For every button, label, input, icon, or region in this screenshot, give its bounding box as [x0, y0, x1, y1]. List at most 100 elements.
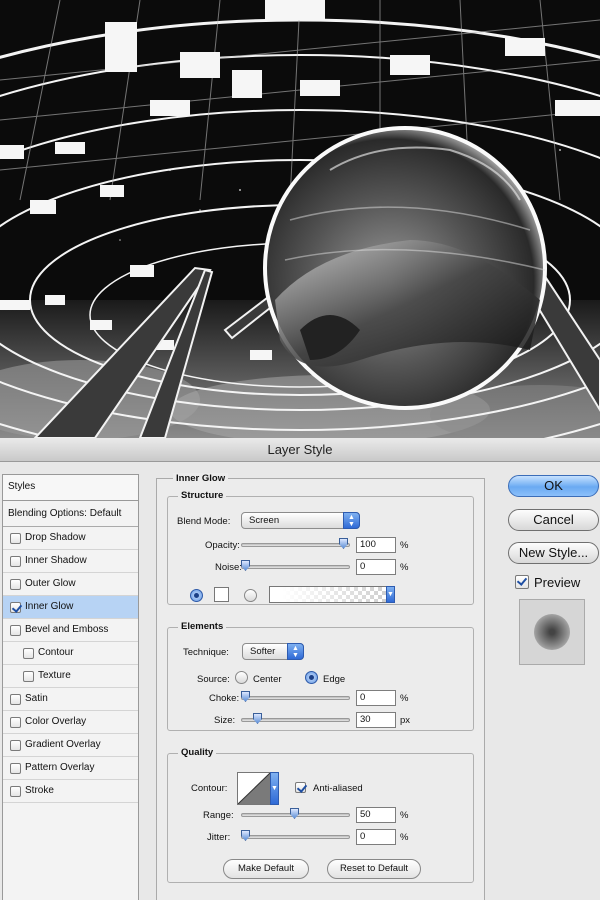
opacity-unit: %	[400, 540, 409, 551]
cancel-button[interactable]: Cancel	[508, 509, 599, 531]
choke-unit: %	[400, 693, 409, 704]
contour-picker[interactable]: ▼	[237, 772, 279, 805]
solid-color-radio[interactable]	[190, 589, 203, 602]
preview-checkbox[interactable]	[515, 575, 529, 589]
style-item-label: Color Overlay	[25, 716, 87, 727]
structure-title: Structure	[178, 490, 227, 501]
contour-dropdown-icon[interactable]: ▼	[270, 772, 279, 805]
elements-group: Elements Technique: Softer ▲ ▼ Source: Ce…	[167, 621, 474, 731]
size-input[interactable]: 30	[356, 712, 396, 728]
choke-input[interactable]: 0	[356, 690, 396, 706]
elements-title: Elements	[178, 621, 227, 632]
style-item-checkbox[interactable]	[10, 601, 21, 613]
style-item-drop-shadow[interactable]: Drop Shadow	[3, 527, 138, 550]
quality-group: Quality Contour: ▼ Anti-aliased Range: 5…	[167, 747, 474, 883]
artwork-image	[0, 0, 600, 438]
opacity-slider-thumb[interactable]	[339, 538, 348, 549]
quality-title: Quality	[178, 747, 217, 758]
layer-style-dialog: Layer Style Styles Blending Options: Def…	[0, 438, 600, 900]
jitter-slider[interactable]	[241, 830, 350, 841]
source-center-label: Center	[253, 674, 282, 685]
dialog-titlebar[interactable]: Layer Style	[0, 438, 600, 462]
opacity-label: Opacity:	[205, 540, 240, 551]
size-label: Size:	[214, 715, 236, 726]
size-slider[interactable]	[241, 713, 350, 724]
source-label: Source:	[197, 674, 230, 685]
style-item-checkbox[interactable]	[10, 555, 21, 567]
range-label: Range:	[203, 810, 234, 821]
style-item-checkbox[interactable]	[10, 762, 21, 774]
make-default-button[interactable]: Make Default	[223, 859, 309, 879]
source-edge-radio[interactable]	[305, 671, 318, 684]
style-item-outer-glow[interactable]: Outer Glow	[3, 573, 138, 596]
blend-mode-select[interactable]: Screen ▲ ▼	[241, 512, 360, 529]
range-unit: %	[400, 810, 409, 821]
glow-color-swatch[interactable]	[214, 587, 229, 602]
gradient-dropdown-icon[interactable]: ▼	[386, 586, 395, 603]
jitter-input[interactable]: 0	[356, 829, 396, 845]
noise-slider[interactable]	[241, 560, 350, 571]
style-item-checkbox[interactable]	[10, 624, 21, 636]
range-input[interactable]: 50	[356, 807, 396, 823]
style-item-bevel-and-emboss[interactable]: Bevel and Emboss	[3, 619, 138, 642]
range-slider-thumb[interactable]	[290, 808, 299, 819]
ok-button[interactable]: OK	[508, 475, 599, 497]
preview-label: Preview	[534, 575, 581, 590]
jitter-label: Jitter:	[207, 832, 231, 843]
styles-header[interactable]: Styles	[3, 475, 138, 501]
preview-glow-thumbnail	[534, 614, 570, 650]
style-item-checkbox[interactable]	[10, 532, 21, 544]
style-item-inner-shadow[interactable]: Inner Shadow	[3, 550, 138, 573]
popup-arrows-icon: ▲ ▼	[287, 643, 304, 660]
style-item-label: Inner Glow	[25, 601, 74, 612]
style-item-satin[interactable]: Satin	[3, 688, 138, 711]
style-item-label: Gradient Overlay	[25, 739, 101, 750]
choke-label: Choke:	[209, 693, 240, 704]
size-slider-thumb[interactable]	[253, 713, 262, 724]
style-item-label: Stroke	[25, 785, 54, 796]
range-slider[interactable]	[241, 808, 350, 819]
style-item-checkbox[interactable]	[10, 693, 21, 705]
anti-aliased-checkbox[interactable]	[295, 782, 306, 793]
jitter-unit: %	[400, 832, 409, 843]
noise-input[interactable]: 0	[356, 559, 396, 575]
style-item-color-overlay[interactable]: Color Overlay	[3, 711, 138, 734]
style-item-gradient-overlay[interactable]: Gradient Overlay	[3, 734, 138, 757]
contour-curve-icon	[238, 773, 270, 804]
popup-arrows-icon: ▲ ▼	[343, 512, 360, 529]
style-item-stroke[interactable]: Stroke	[3, 780, 138, 803]
style-item-checkbox[interactable]	[23, 670, 34, 682]
new-style-button[interactable]: New Style...	[508, 542, 599, 564]
style-item-inner-glow[interactable]: Inner Glow	[3, 596, 138, 619]
dialog-title: Layer Style	[267, 442, 333, 457]
artwork-canvas	[0, 0, 600, 438]
style-item-contour[interactable]: Contour	[3, 642, 138, 665]
style-item-pattern-overlay[interactable]: Pattern Overlay	[3, 757, 138, 780]
technique-value: Softer	[250, 646, 276, 657]
blend-mode-label: Blend Mode:	[177, 516, 231, 527]
noise-slider-thumb[interactable]	[241, 560, 250, 571]
style-item-label: Texture	[38, 670, 71, 681]
source-center-radio[interactable]	[235, 671, 248, 684]
style-item-checkbox[interactable]	[10, 578, 21, 590]
inner-glow-panel: Inner Glow Structure Blend Mode: Screen …	[156, 473, 485, 900]
choke-slider[interactable]	[241, 691, 350, 702]
technique-select[interactable]: Softer ▲ ▼	[242, 643, 304, 660]
opacity-input[interactable]: 100	[356, 537, 396, 553]
choke-slider-thumb[interactable]	[241, 691, 250, 702]
blend-mode-value: Screen	[249, 515, 280, 526]
anti-aliased-label: Anti-aliased	[313, 783, 363, 794]
opacity-slider[interactable]	[241, 538, 350, 549]
style-item-checkbox[interactable]	[10, 716, 21, 728]
style-item-label: Contour	[38, 647, 74, 658]
blending-options-item[interactable]: Blending Options: Default	[3, 501, 138, 527]
style-item-checkbox[interactable]	[23, 647, 34, 659]
preview-swatch	[519, 599, 585, 665]
style-item-checkbox[interactable]	[10, 739, 21, 751]
gradient-radio[interactable]	[244, 589, 257, 602]
style-item-checkbox[interactable]	[10, 785, 21, 797]
jitter-slider-thumb[interactable]	[241, 830, 250, 841]
reset-to-default-button[interactable]: Reset to Default	[327, 859, 421, 879]
style-item-texture[interactable]: Texture	[3, 665, 138, 688]
gradient-picker[interactable]: ▼	[269, 586, 395, 603]
